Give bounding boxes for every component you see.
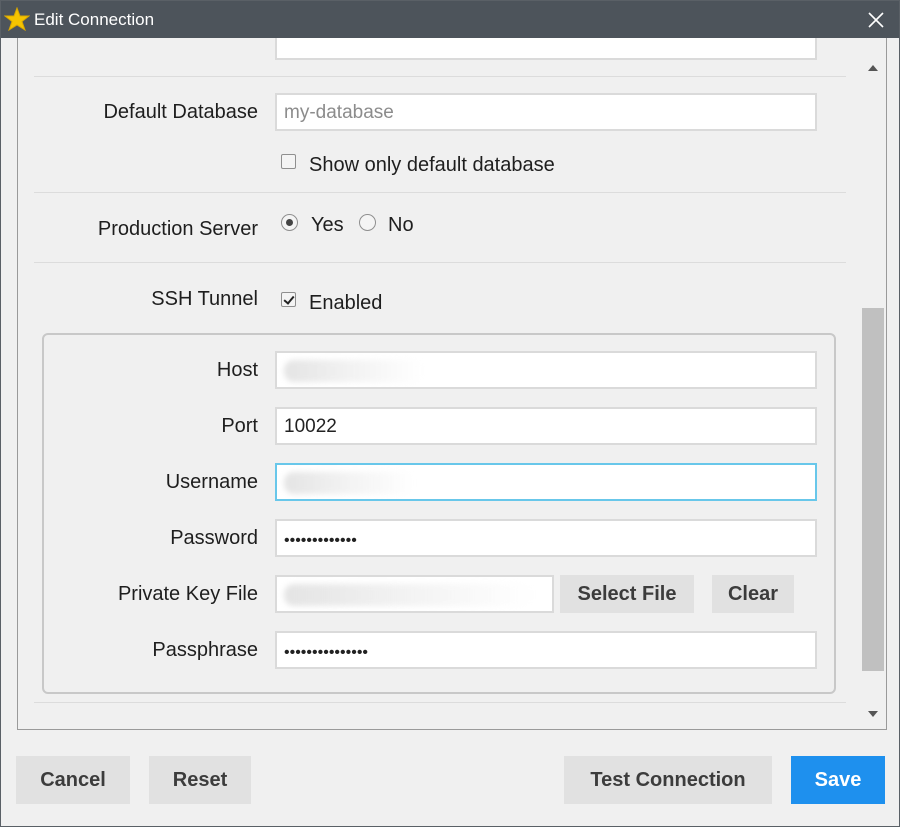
divider [34,262,846,263]
ssh-tunnel-enabled-label: Enabled [309,292,383,314]
ssh-port-label: Port [221,415,258,437]
passphrase-label: Passphrase [152,639,258,661]
scroll-down-arrow-icon[interactable] [868,711,878,717]
test-connection-button[interactable]: Test Connection [564,756,772,804]
default-database-label: Default Database [103,101,258,123]
divider [34,76,846,77]
ssh-password-label: Password [170,527,258,549]
show-only-default-label: Show only default database [309,154,555,176]
production-no-radio[interactable] [359,214,376,231]
divider [34,192,846,193]
title-bar: Edit Connection [1,1,899,38]
production-server-label: Production Server [97,218,258,240]
ssh-host-input[interactable] [275,351,817,389]
reset-button[interactable]: Reset [149,756,251,804]
redacted-value [284,584,534,606]
private-key-file-input[interactable] [275,575,554,613]
ssh-password-input[interactable]: ••••••••••••• [275,519,817,557]
ssh-tunnel-label: SSH Tunnel [151,288,258,310]
vertical-scrollbar[interactable] [861,38,886,729]
select-file-button[interactable]: Select File [560,575,694,613]
passphrase-input[interactable]: ••••••••••••••• [275,631,817,669]
ssh-port-input[interactable]: 10022 [275,407,817,445]
redacted-value [284,360,424,382]
partial-field-above[interactable] [275,38,817,60]
window-title: Edit Connection [34,10,155,29]
production-yes-radio[interactable] [281,214,298,231]
star-icon [4,7,30,31]
save-button[interactable]: Save [791,756,885,804]
passphrase-mask: ••••••••••••••• [284,644,369,661]
close-icon[interactable] [863,7,889,33]
form-content: Default Database my-database Show only d… [18,38,861,729]
private-key-file-label: Private Key File [117,583,258,605]
ssh-host-label: Host [216,359,258,381]
form-scroll-area[interactable]: Default Database my-database Show only d… [17,38,887,730]
divider [34,702,846,703]
ssh-username-input[interactable] [275,463,817,501]
default-database-input[interactable]: my-database [275,93,817,131]
clear-button[interactable]: Clear [712,575,794,613]
show-only-default-checkbox[interactable] [281,154,296,169]
password-mask: ••••••••••••• [284,532,357,549]
ssh-tunnel-enabled-checkbox[interactable] [281,292,296,307]
cancel-button[interactable]: Cancel [16,756,130,804]
ssh-username-label: Username [165,471,258,493]
production-yes-label: Yes [311,214,344,236]
production-no-label: No [388,214,414,236]
edit-connection-dialog: Edit Connection Default Database my-data… [0,0,900,827]
redacted-value [284,472,414,494]
scrollbar-thumb[interactable] [862,308,884,671]
scroll-up-arrow-icon[interactable] [868,65,878,71]
